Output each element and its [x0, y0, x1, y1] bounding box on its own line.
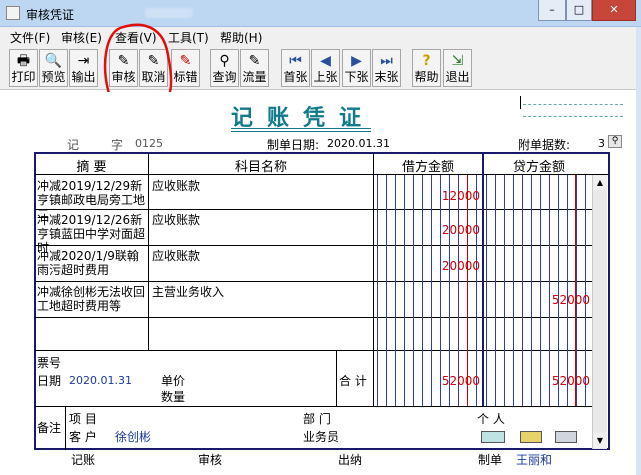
row-4-summary[interactable]: 冲减徐创彬无法收回工地超时费用等 [37, 285, 147, 313]
export-icon: ⇥ [77, 53, 90, 69]
toolbar: 🖶 打印 🔍 预览 ⇥ 输出 ✎ 审核 ✎ 取消 ✎ 标错 ⚲ 查询 ✎ 流量 ⏮ 首张 ◀ 上张 … [0, 46, 641, 90]
title-underline-2 [231, 131, 371, 132]
person-label: 个 人 [477, 412, 505, 426]
total-debit: 52000 [441, 374, 480, 388]
exit-icon: ⇲ [451, 53, 464, 69]
attachments-label: 附单据数: [518, 138, 571, 152]
query-icon: ⚲ [219, 53, 230, 69]
printer-icon: 🖶 [16, 53, 31, 69]
query-button[interactable]: ⚲ 查询 [210, 49, 239, 87]
menu-audit[interactable]: 审核(E) [61, 29, 102, 46]
row-1-account[interactable]: 应收账款 [152, 179, 200, 193]
header-debit: 借方金额 [401, 160, 454, 175]
export-button[interactable]: ⇥ 输出 [69, 49, 98, 87]
total-label: 合 计 [339, 374, 367, 388]
dashed-line [523, 104, 623, 105]
row-3-summary[interactable]: 冲减2020/1/9联翰雨污超时费用 [37, 249, 147, 277]
total-credit: 52000 [551, 374, 590, 388]
maximize-button[interactable]: □ [566, 0, 592, 21]
unit-price-label: 单价 [161, 374, 186, 388]
last-icon: ⏭ [380, 53, 393, 69]
scroll-up-icon[interactable]: ▲ [593, 175, 607, 190]
help-icon: ? [422, 53, 431, 69]
quantity-label: 数量 [161, 390, 186, 404]
header-account: 科目名称 [234, 160, 287, 175]
text-cursor [520, 96, 521, 109]
blurred-title-area [145, 8, 193, 18]
attachments-count: 3 [598, 137, 605, 150]
dept-label: 部 门 [303, 412, 331, 426]
row-3-debit[interactable]: 20000 [425, 259, 480, 273]
salesperson-label: 业务员 [303, 430, 340, 444]
project-label: 项 目 [69, 412, 97, 426]
vertical-scrollbar[interactable] [592, 175, 607, 449]
app-icon [6, 6, 20, 20]
sig-maker-name: 王丽和 [516, 453, 553, 467]
flow-button[interactable]: ✎ 流量 [240, 49, 269, 87]
row-4-credit[interactable]: 52000 [535, 293, 590, 307]
header-summary: 摘 要 [76, 160, 107, 175]
sig-cashier: 出纳 [338, 453, 363, 467]
close-button[interactable]: ✕ [592, 0, 636, 21]
memo-card-icon[interactable] [481, 431, 505, 443]
prev-icon: ◀ [320, 53, 331, 69]
menu-bar: 文件(F) 审核(E) 查看(V) 工具(T) 帮助(H) [0, 27, 641, 46]
voucher-date: 2020.01.31 [327, 137, 390, 150]
row-2-account[interactable]: 应收账款 [152, 213, 200, 227]
flow-icon: ✎ [248, 53, 261, 69]
scroll-down-icon[interactable]: ▼ [593, 433, 607, 448]
minimize-button[interactable]: – [538, 0, 566, 21]
row-4-account[interactable]: 主营业务收入 [152, 285, 224, 299]
ticket-no-label: 票号 [37, 356, 62, 370]
row-1-debit[interactable]: 12000 [425, 189, 480, 203]
memo-contact-icon[interactable] [520, 431, 542, 443]
menu-help[interactable]: 帮助(H) [220, 29, 262, 46]
next-button[interactable]: ▶ 下张 [342, 49, 371, 87]
memo-edit-icon[interactable] [555, 431, 577, 443]
credit-digit-grid [486, 175, 593, 406]
help-button[interactable]: ? 帮助 [412, 49, 441, 87]
window-border-right [636, 27, 641, 475]
print-button[interactable]: 🖶 打印 [9, 49, 38, 87]
date-label: 制单日期: [267, 138, 320, 152]
exit-button[interactable]: ⇲ 退出 [443, 49, 472, 87]
sig-maker: 制单 [478, 453, 503, 467]
window-title: 审核凭证 [26, 8, 75, 22]
next-icon: ▶ [351, 53, 362, 69]
voucher-number: 0125 [135, 137, 163, 150]
last-button[interactable]: ⏭ 末张 [372, 49, 401, 87]
header-credit: 贷方金额 [512, 160, 565, 175]
row-3-account[interactable]: 应收账款 [152, 249, 200, 263]
first-icon: ⏮ [289, 53, 302, 69]
customer-value[interactable]: 徐创彬 [115, 430, 151, 444]
title-underline [231, 128, 371, 129]
prev-button[interactable]: ◀ 上张 [311, 49, 340, 87]
menu-file[interactable]: 文件(F) [10, 29, 50, 46]
first-button[interactable]: ⏮ 首张 [281, 49, 310, 87]
voucher-type: 记 [67, 138, 80, 152]
dashed-line-2 [523, 116, 623, 117]
sig-bookkeeper: 记账 [71, 453, 96, 467]
preview-icon: 🔍 [44, 53, 63, 69]
title-bar: 审核凭证 – □ ✕ [0, 0, 641, 27]
debit-digit-grid [377, 175, 480, 406]
voucher: 记账凭证 记 字 0125 制单日期: 2020.01.31 附单据数: 3 ⚲… [5, 92, 631, 472]
memo-label: 备注 [37, 421, 62, 435]
attachments-search-icon[interactable]: ⚲ [608, 135, 622, 148]
preview-button[interactable]: 🔍 预览 [39, 49, 68, 87]
customer-label: 客 户 [69, 430, 97, 444]
voucher-word: 字 [111, 138, 124, 152]
sig-auditor: 审核 [198, 453, 223, 467]
row-2-debit[interactable]: 20000 [425, 223, 480, 237]
footer-date: 2020.01.31 [69, 374, 132, 387]
footer-date-label: 日期 [37, 374, 62, 388]
